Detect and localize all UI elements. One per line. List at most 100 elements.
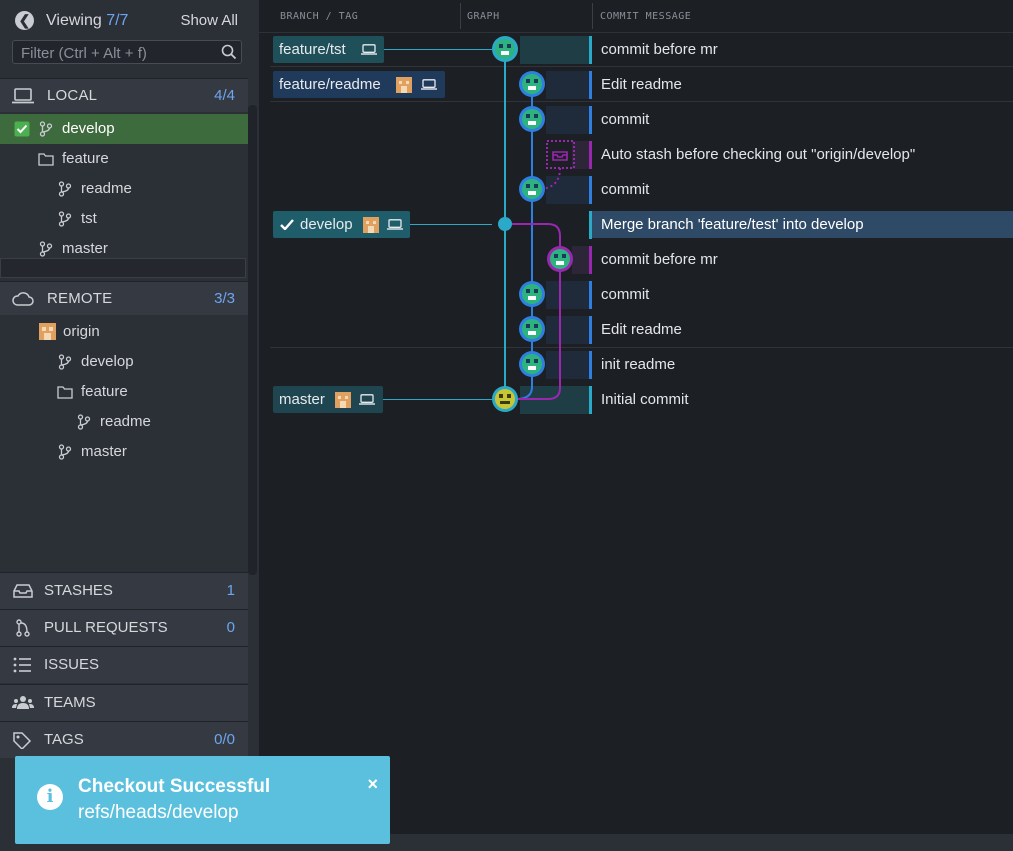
inbox-icon: [13, 584, 33, 598]
commit-row-band: [572, 141, 590, 169]
stashes-section[interactable]: STASHES 1: [0, 572, 248, 609]
local-branch-develop[interactable]: develop: [0, 114, 248, 144]
info-icon: i: [37, 784, 63, 810]
commit-lane-indicator: [589, 71, 592, 99]
back-icon[interactable]: ❮: [15, 11, 34, 30]
laptop-icon: [12, 88, 34, 104]
check-icon: [280, 219, 294, 230]
commit-lane-indicator: [589, 386, 592, 414]
branch-icon: [77, 414, 91, 430]
remote-title: REMOTE: [47, 290, 113, 307]
remote-count: 3/3: [214, 290, 235, 307]
local-branch-tst[interactable]: tst: [0, 204, 248, 234]
resize-handle[interactable]: [0, 258, 246, 278]
remote-branch-readme[interactable]: readme: [0, 407, 248, 437]
commit-message[interactable]: Edit readme: [601, 76, 682, 93]
section-count: 0: [226, 619, 235, 636]
branch-link-line: [410, 224, 492, 225]
folder-label: feature: [62, 150, 109, 167]
commit-message[interactable]: commit before mr: [601, 251, 718, 268]
commit-message[interactable]: commit: [601, 111, 649, 128]
pull-requests-section[interactable]: PULL REQUESTS 0: [0, 609, 248, 646]
branch-pill-label: develop: [300, 216, 353, 233]
section-label: PULL REQUESTS: [44, 619, 168, 636]
commit-message[interactable]: commit: [601, 181, 649, 198]
sidebar-header: ❮ Viewing 7/7 Show All: [0, 0, 248, 78]
remote-branch-master[interactable]: master: [0, 437, 248, 467]
branch-pill-feature-tst[interactable]: feature/tst: [273, 36, 384, 63]
remote-section-header[interactable]: REMOTE 3/3: [0, 281, 248, 315]
branch-label: readme: [100, 413, 151, 430]
avatar-icon: [335, 392, 351, 408]
column-headers: BRANCH / TAG GRAPH COMMIT MESSAGE: [259, 0, 1013, 33]
local-section-header[interactable]: LOCAL 4/4: [0, 78, 248, 112]
branch-label: master: [81, 443, 127, 460]
commit-row-band: [546, 316, 590, 344]
commit-row-band: [546, 351, 590, 379]
filter-input[interactable]: [19, 43, 223, 63]
remote-folder-feature[interactable]: feature: [0, 377, 248, 407]
commit-message[interactable]: Merge branch 'feature/test' into develop: [601, 216, 864, 233]
column-divider[interactable]: [592, 3, 593, 29]
toast-message: refs/heads/develop: [78, 802, 239, 823]
folder-icon: [38, 153, 54, 166]
local-branch-master[interactable]: master: [0, 234, 248, 258]
branch-label: master: [62, 240, 108, 257]
cloud-icon: [12, 292, 34, 306]
branch-pill-master[interactable]: master: [273, 386, 383, 413]
close-icon[interactable]: ×: [367, 774, 378, 795]
folder-icon: [57, 386, 73, 399]
branch-icon: [58, 181, 72, 197]
tags-section[interactable]: TAGS 0/0: [0, 721, 248, 758]
commit-message[interactable]: commit: [601, 286, 649, 303]
laptop-icon: [421, 79, 437, 90]
commit-message[interactable]: init readme: [601, 356, 675, 373]
commit-row-band: [546, 106, 590, 134]
section-count: 0/0: [214, 731, 235, 748]
remote-origin[interactable]: origin: [0, 317, 248, 347]
local-branch-readme[interactable]: readme: [0, 174, 248, 204]
section-count: 1: [226, 582, 235, 599]
commit-row-band: [546, 281, 590, 309]
row-separator: [270, 66, 1013, 67]
team-icon: [12, 696, 34, 709]
branch-label: readme: [81, 180, 132, 197]
commit-message[interactable]: Initial commit: [601, 391, 689, 408]
row-separator: [270, 347, 1013, 348]
graph-column-header[interactable]: GRAPH: [467, 11, 500, 22]
branch-icon: [58, 211, 72, 227]
branch-pill-feature-readme[interactable]: feature/readme: [273, 71, 445, 98]
toast-title: Checkout Successful: [78, 776, 271, 797]
search-icon[interactable]: [221, 44, 237, 60]
commit-lane-indicator: [589, 106, 592, 134]
laptop-icon: [361, 44, 377, 55]
commit-lane-indicator: [589, 211, 592, 239]
column-divider[interactable]: [460, 3, 461, 29]
branch-tag-column-header[interactable]: BRANCH / TAG: [280, 11, 358, 22]
commit-message[interactable]: Auto stash before checking out "origin/d…: [601, 146, 915, 163]
checkbox-checked-icon[interactable]: [14, 121, 30, 137]
local-folder-feature[interactable]: feature: [0, 144, 248, 174]
viewing-count: 7/7: [106, 12, 129, 29]
sidebar-scrollbar[interactable]: [248, 105, 257, 575]
viewing-label: Viewing: [46, 12, 102, 29]
commit-lane-indicator: [589, 176, 592, 204]
branch-icon: [39, 241, 53, 257]
branch-label: develop: [81, 353, 134, 370]
branch-pill-label: feature/readme: [279, 76, 381, 93]
filter-box: [12, 40, 242, 64]
avatar-icon: [396, 77, 412, 93]
commit-message[interactable]: commit before mr: [601, 41, 718, 58]
branch-pill-develop[interactable]: develop: [273, 211, 410, 238]
commit-lane-indicator: [589, 316, 592, 344]
teams-section[interactable]: TEAMS: [0, 684, 248, 721]
pull-request-icon: [16, 619, 30, 637]
laptop-icon: [359, 394, 375, 405]
remote-branch-develop[interactable]: develop: [0, 347, 248, 377]
commit-lane-indicator: [589, 351, 592, 379]
issues-section[interactable]: ISSUES: [0, 646, 248, 683]
commit-message-column-header[interactable]: COMMIT MESSAGE: [600, 11, 691, 22]
viewing-counter: Viewing 7/7: [46, 12, 128, 30]
commit-message[interactable]: Edit readme: [601, 321, 682, 338]
show-all-button[interactable]: Show All: [180, 12, 238, 29]
